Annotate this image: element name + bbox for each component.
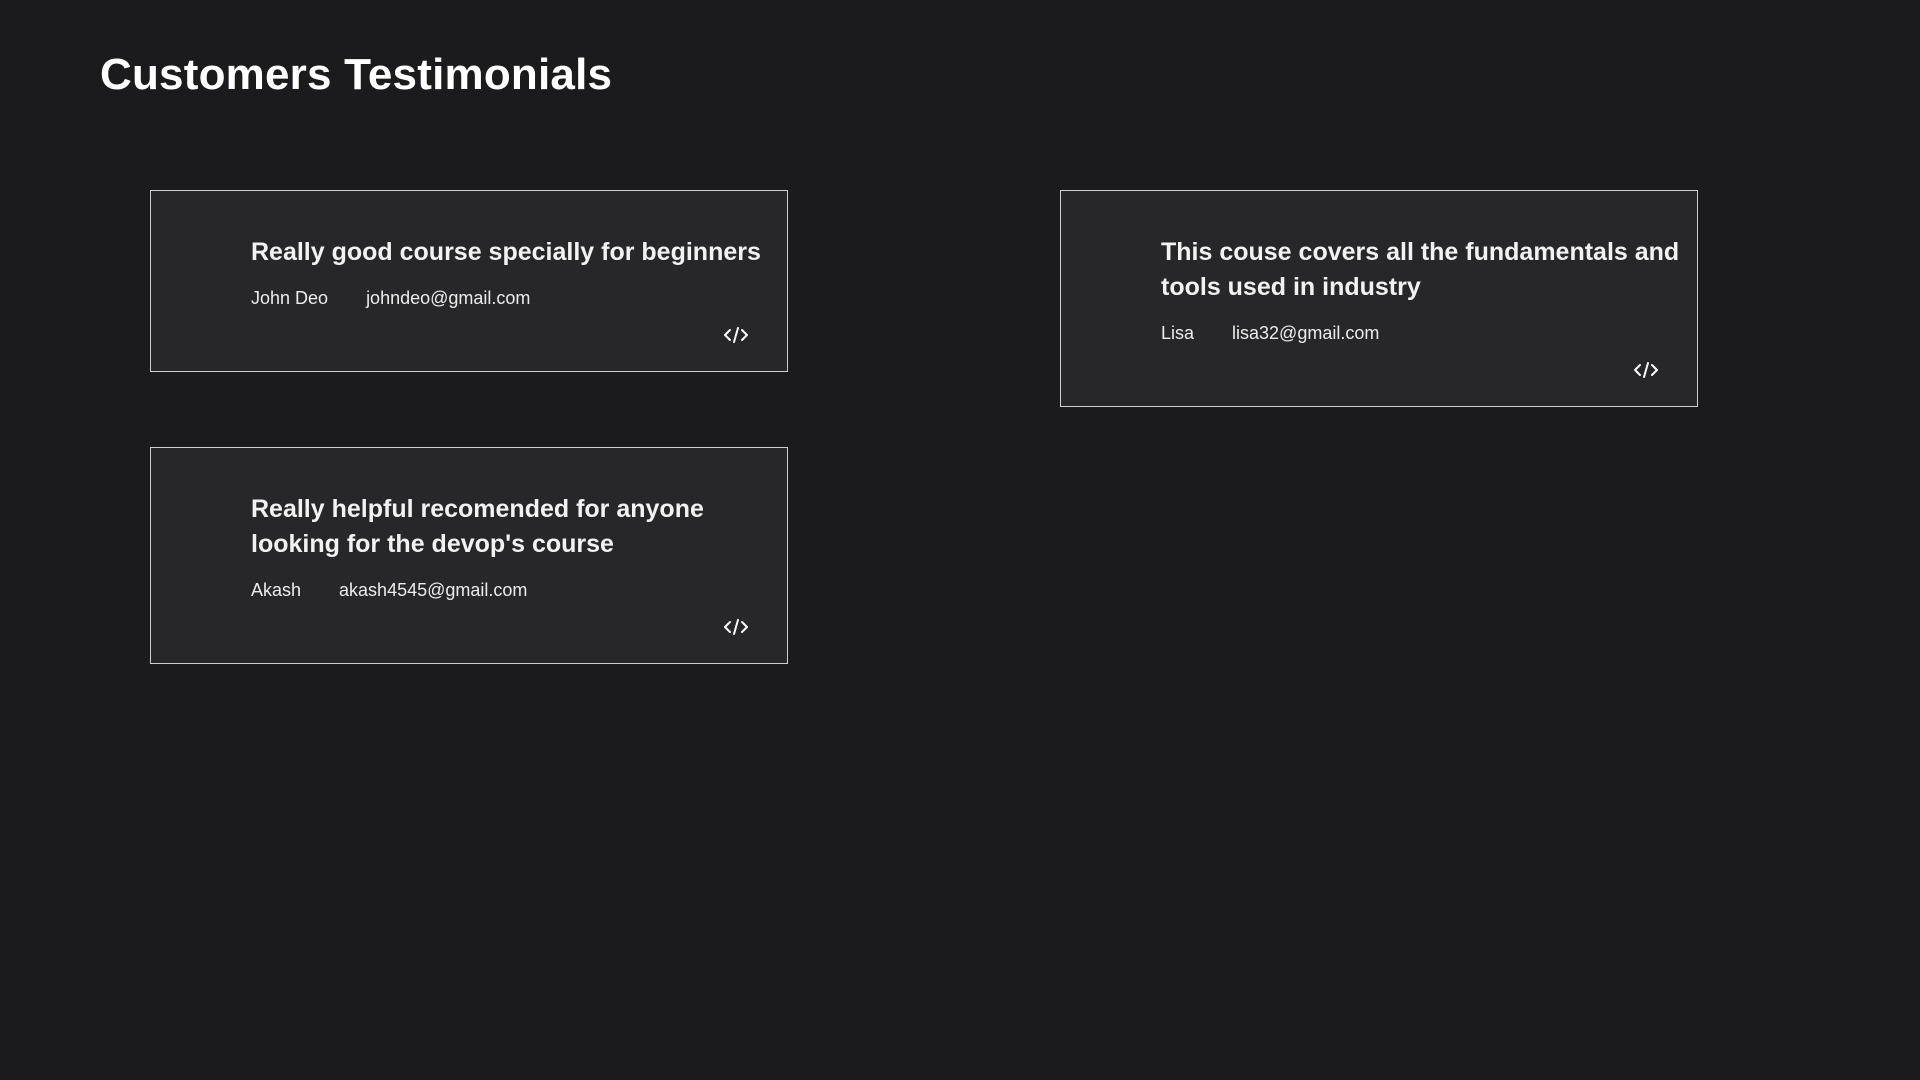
author-name: John Deo (251, 288, 329, 308)
code-icon[interactable] (723, 617, 749, 637)
code-icon[interactable] (1633, 360, 1659, 380)
author-name: Akash (251, 580, 302, 600)
testimonial-text: This couse covers all the fundamentals a… (1161, 238, 1680, 301)
author-name: Lisa (1161, 323, 1195, 343)
page-title: Customers Testimonials (100, 50, 613, 99)
code-icon[interactable] (723, 325, 749, 345)
testimonial-card: Really helpful recomended for anyone loo… (150, 447, 788, 664)
testimonials-page: Customers Testimonials Really good cours… (0, 0, 1920, 1080)
testimonial-text: Really helpful recomended for anyone loo… (251, 495, 704, 558)
testimonial-text: Really good course specially for beginne… (251, 238, 761, 266)
testimonial-meta: John Deo johndeo@gmail.com (251, 288, 787, 309)
author-email: lisa32@gmail.com (1232, 323, 1380, 343)
author-email: johndeo@gmail.com (366, 288, 531, 308)
testimonial-meta: Lisa lisa32@gmail.com (1161, 323, 1697, 344)
testimonial-meta: Akash akash4545@gmail.com (251, 580, 787, 601)
testimonial-card: This couse covers all the fundamentals a… (1060, 190, 1698, 407)
testimonial-card: Really good course specially for beginne… (150, 190, 788, 372)
author-email: akash4545@gmail.com (339, 580, 528, 600)
